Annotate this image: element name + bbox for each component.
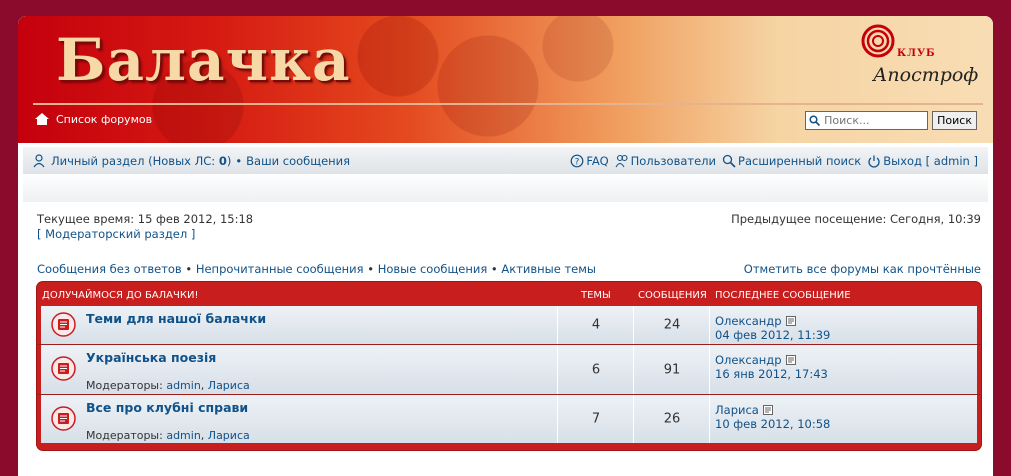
advanced-search-link[interactable]: Расширенный поиск — [738, 154, 861, 168]
view-latest-post-icon[interactable] — [785, 316, 796, 326]
forum-title[interactable]: Українська поезія — [86, 350, 216, 365]
forum-list-link[interactable]: Список форумов — [56, 113, 152, 126]
forum-category-table: ДОЛУЧАЙМОСЯ ДО БАЛАЧКИ! ТЕМЫ СООБЩЕНИЯ П… — [37, 282, 981, 450]
forum-table-header: ДОЛУЧАЙМОСЯ ДО БАЛАЧКИ! ТЕМЫ СООБЩЕНИЯ П… — [37, 282, 981, 306]
site-title[interactable]: Балачка — [56, 26, 351, 94]
unread-link[interactable]: Непрочитанные сообщения — [196, 262, 364, 276]
moderator-link[interactable]: admin — [166, 429, 200, 442]
moderator-link[interactable]: Лариса — [208, 429, 250, 442]
moderators: Модераторы: admin, Лариса — [86, 379, 250, 392]
previous-visit: Предыдущее посещение: Сегодня, 10:39 — [731, 212, 981, 226]
bullet-separator: • — [185, 262, 193, 276]
home-icon — [35, 113, 49, 125]
your-posts-link[interactable]: Ваши сообщения — [246, 154, 350, 168]
header-divider — [33, 103, 983, 105]
posts-count: 91 — [663, 362, 681, 377]
search-input[interactable] — [805, 111, 929, 130]
last-post-author[interactable]: Олександр — [715, 314, 782, 328]
bullet-separator: • — [490, 262, 498, 276]
forum-read-icon — [51, 312, 76, 337]
spiral-logo-icon — [861, 24, 895, 58]
forum-row: Українська поезія Модераторы: admin, Лар… — [41, 345, 977, 394]
forum-row: Все про клубні справи Модераторы: admin,… — [41, 395, 977, 443]
club-logo[interactable]: КЛУБ Апостроф — [851, 24, 978, 96]
personal-suffix: ) — [226, 153, 232, 168]
breadcrumb: Список форумов — [34, 112, 152, 126]
moderator-link[interactable]: admin — [166, 379, 200, 392]
forum-title[interactable]: Все про клубні справи — [86, 400, 248, 415]
unanswered-link[interactable]: Сообщения без ответов — [37, 262, 182, 276]
moderator-link[interactable]: Лариса — [208, 379, 250, 392]
col-last-header: ПОСЛЕДНЕЕ СООБЩЕНИЕ — [715, 290, 851, 301]
new-posts-link[interactable]: Новые сообщения — [378, 262, 488, 276]
view-latest-post-icon[interactable] — [762, 405, 773, 415]
logout-link[interactable]: Выход [ admin ] — [883, 154, 978, 168]
current-time: Текущее время: 15 фев 2012, 15:18 — [37, 212, 254, 226]
last-post-author[interactable]: Лариса — [715, 403, 759, 417]
user-icon — [33, 153, 45, 167]
forum-row: Теми для нашої балачки 4 24 Олександр 04… — [41, 306, 977, 344]
subbar — [23, 174, 988, 202]
search-button[interactable]: Поиск — [932, 111, 977, 130]
active-topics-link[interactable]: Активные темы — [501, 262, 596, 276]
mark-all-read-link[interactable]: Отметить все форумы как прочтённые — [744, 262, 981, 276]
users-link[interactable]: Пользователи — [631, 154, 716, 168]
last-post-date: 04 фев 2012, 11:39 — [715, 328, 831, 342]
quick-links: Сообщения без ответов • Непрочитанные со… — [37, 262, 596, 276]
view-latest-post-icon[interactable] — [785, 355, 796, 365]
personal-prefix: Личный раздел (Новых ЛС: — [51, 153, 219, 168]
category-title[interactable]: ДОЛУЧАЙМОСЯ ДО БАЛАЧКИ! — [42, 290, 198, 301]
posts-count: 26 — [663, 411, 681, 427]
new-pm-count: 0 — [218, 153, 227, 168]
last-post-date: 10 фев 2012, 10:58 — [715, 417, 831, 431]
users-icon — [615, 154, 628, 167]
last-post-date: 16 янв 2012, 17:43 — [715, 367, 828, 381]
personal-section-link[interactable]: Личный раздел (Новых ЛС: 0) — [51, 154, 231, 168]
last-post-author[interactable]: Олександр — [715, 353, 782, 367]
logo-name-text: Апостроф — [873, 64, 979, 86]
svg-text:?: ? — [575, 157, 580, 167]
moderator-panel-link[interactable]: [ Модераторский раздел ] — [37, 227, 195, 241]
faq-link[interactable]: FAQ — [586, 154, 608, 168]
magnifier-icon — [722, 154, 736, 168]
logo-klub-text: КЛУБ — [897, 48, 936, 59]
moderators-label: Модераторы: — [86, 379, 163, 392]
search-box: Поиск — [805, 111, 977, 130]
user-navbar: Личный раздел (Новых ЛС: 0) • Ваши сообщ… — [23, 147, 988, 174]
topics-count: 4 — [591, 317, 601, 333]
moderators-label: Модераторы: — [86, 429, 163, 442]
posts-count: 24 — [663, 317, 681, 333]
topics-count: 7 — [591, 411, 601, 427]
moderators: Модераторы: admin, Лариса — [86, 429, 250, 442]
forum-read-icon — [51, 406, 76, 431]
time-info: Текущее время: 15 фев 2012, 15:18 [ Моде… — [37, 212, 253, 242]
bullet-separator: • — [367, 262, 375, 276]
power-icon — [868, 155, 880, 168]
search-icon — [809, 115, 821, 126]
topics-count: 6 — [591, 362, 601, 377]
col-posts-header: СООБЩЕНИЯ — [638, 290, 707, 301]
help-icon: ? — [570, 154, 584, 167]
forum-title[interactable]: Теми для нашої балачки — [86, 311, 266, 326]
site-header: Балачка КЛУБ Апостроф Список форумов Пои… — [18, 16, 993, 143]
page-wrapper: Балачка КЛУБ Апостроф Список форумов Пои… — [18, 16, 993, 476]
forum-read-icon — [51, 356, 76, 381]
bullet-separator: • — [235, 153, 243, 168]
col-topics-header: ТЕМЫ — [581, 290, 611, 301]
